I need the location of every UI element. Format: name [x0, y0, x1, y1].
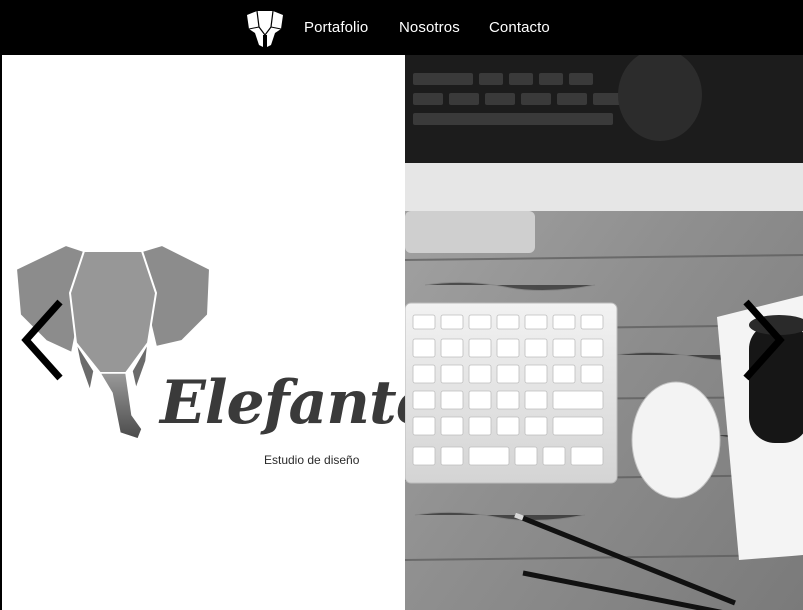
brand-tagline: Estudio de diseño: [264, 453, 360, 467]
chevron-left-icon[interactable]: [20, 298, 66, 382]
top-navbar: Portafolio Nosotros Contacto: [2, 0, 803, 55]
nav-link-portafolio[interactable]: Portafolio: [304, 19, 368, 36]
elephant-logo-icon[interactable]: [245, 9, 285, 49]
brand-name: Elefante: [160, 368, 434, 438]
chevron-right-icon[interactable]: [740, 298, 786, 382]
nav-link-contacto[interactable]: Contacto: [489, 19, 550, 36]
page: Portafolio Nosotros Contacto Elefante Es…: [0, 0, 803, 610]
nav-link-nosotros[interactable]: Nosotros: [399, 19, 460, 36]
